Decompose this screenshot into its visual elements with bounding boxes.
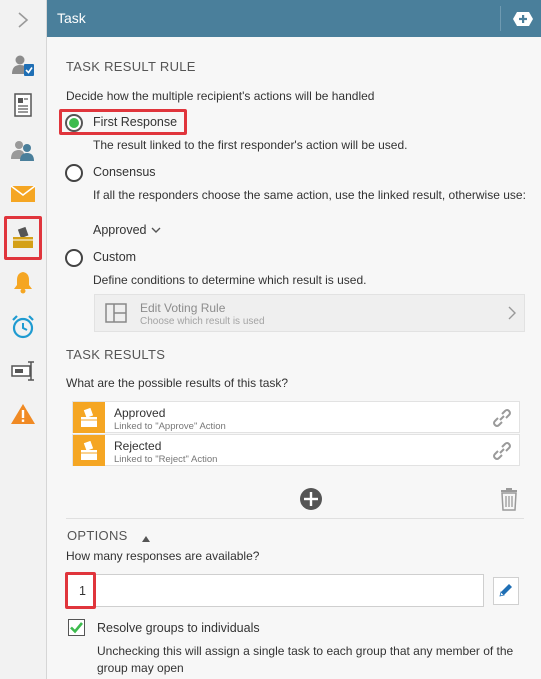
sidebar-item-warnings[interactable] <box>5 396 41 432</box>
chevron-down-icon <box>151 223 161 237</box>
radio-button[interactable] <box>65 164 83 182</box>
envelope-icon <box>10 184 36 204</box>
edit-responses-button[interactable] <box>493 577 519 605</box>
options-title: OPTIONS <box>67 528 128 543</box>
chevron-right-icon <box>16 11 30 29</box>
radio-consensus[interactable]: Consensus <box>65 163 185 183</box>
sidebar-item-deadline[interactable] <box>5 309 41 345</box>
pencil-icon <box>498 582 514 601</box>
sidebar-expand-button[interactable] <box>5 2 41 38</box>
header-divider <box>500 6 501 31</box>
link-icon[interactable] <box>491 407 513 432</box>
plus-circle-icon <box>299 488 323 514</box>
header-add-button[interactable] <box>512 11 534 27</box>
ballot-box-icon <box>73 435 105 466</box>
alarm-clock-icon <box>10 314 36 340</box>
consensus-description: If all the responders choose the same ac… <box>93 188 526 202</box>
chevron-right-icon <box>508 306 516 323</box>
layout-icon <box>105 303 127 326</box>
radio-label: Custom <box>93 250 137 264</box>
radio-label: Consensus <box>93 165 156 179</box>
panel-header: Task <box>47 0 541 37</box>
resolve-groups-label: Resolve groups to individuals <box>97 621 260 635</box>
consensus-fallback-dropdown[interactable]: Approved <box>93 223 161 237</box>
result-title: Rejected <box>114 439 162 453</box>
bell-icon <box>12 270 34 294</box>
first-response-description: The result linked to the first responder… <box>93 138 408 152</box>
panel-title: Task <box>57 10 86 26</box>
result-item-approved[interactable]: Approved Linked to "Approve" Action <box>72 401 520 433</box>
collapse-caret-icon[interactable] <box>141 532 151 546</box>
sidebar-item-references[interactable] <box>5 353 41 389</box>
trash-icon <box>500 488 518 514</box>
dropdown-value: Approved <box>93 223 147 237</box>
warning-icon <box>10 402 36 426</box>
task-results-description: What are the possible results of this ta… <box>66 376 289 390</box>
sidebar <box>0 0 47 679</box>
sidebar-item-email[interactable] <box>5 176 41 212</box>
task-result-rule-title: TASK RESULT RULE <box>66 59 196 74</box>
checkmark-icon <box>69 622 84 638</box>
section-divider <box>66 518 524 519</box>
task-result-rule-description: Decide how the multiple recipient's acti… <box>66 89 375 103</box>
radio-label: First Response <box>93 115 178 129</box>
ballot-box-icon <box>73 402 105 433</box>
result-subtitle: Linked to "Reject" Action <box>114 454 218 465</box>
voting-rule-title: Edit Voting Rule <box>140 301 226 315</box>
add-result-button[interactable] <box>299 487 323 514</box>
sidebar-item-assign[interactable] <box>5 47 41 83</box>
responses-count-input[interactable] <box>66 574 484 607</box>
radio-button[interactable] <box>65 249 83 267</box>
sidebar-item-actions[interactable] <box>4 216 42 260</box>
task-results-title: TASK RESULTS <box>66 347 166 362</box>
link-icon[interactable] <box>491 440 513 465</box>
result-item-rejected[interactable]: Rejected Linked to "Reject" Action <box>72 434 520 466</box>
resolve-groups-checkbox[interactable] <box>68 619 85 636</box>
custom-description: Define conditions to determine which res… <box>93 273 367 287</box>
result-subtitle: Linked to "Approve" Action <box>114 421 226 432</box>
text-field-icon <box>10 360 36 382</box>
radio-button-checked[interactable] <box>65 114 83 132</box>
voting-rule-subtitle: Choose which result is used <box>140 316 265 327</box>
users-icon <box>10 138 36 162</box>
user-check-icon <box>10 52 36 78</box>
result-title: Approved <box>114 406 166 420</box>
edit-voting-rule-button[interactable]: Edit Voting Rule Choose which result is … <box>94 294 525 332</box>
radio-first-response[interactable]: First Response <box>65 113 185 133</box>
plus-icon <box>512 12 534 30</box>
resolve-groups-description: Unchecking this will assign a single tas… <box>97 644 514 675</box>
document-icon <box>12 93 34 117</box>
radio-custom[interactable]: Custom <box>65 248 185 268</box>
sidebar-item-form[interactable] <box>5 87 41 123</box>
sidebar-item-notifications[interactable] <box>5 264 41 300</box>
responses-question: How many responses are available? <box>66 549 260 563</box>
panel-content: TASK RESULT RULE Decide how the multiple… <box>47 37 541 679</box>
delete-result-button[interactable] <box>500 487 518 514</box>
responses-count-value: 1 <box>79 584 86 598</box>
sidebar-item-participants[interactable] <box>5 132 41 168</box>
ballot-box-icon <box>11 226 35 250</box>
